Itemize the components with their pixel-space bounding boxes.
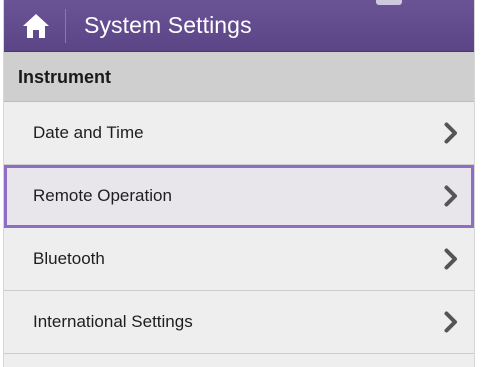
list-item-label: International Settings <box>33 312 193 331</box>
list-item-label: Date and Time <box>33 123 144 142</box>
section-header-label: Instrument <box>18 67 112 87</box>
list-item-bluetooth[interactable]: Bluetooth <box>4 228 474 291</box>
list-item-remote-operation[interactable]: Remote Operation <box>4 165 474 228</box>
chevron-right-icon <box>444 185 457 207</box>
list-item-label: Bluetooth <box>33 249 105 268</box>
page-title: System Settings <box>84 12 252 38</box>
title-bar-tab-decoration <box>376 0 402 5</box>
settings-window: System Settings Instrument Date and Time… <box>3 0 475 367</box>
list-item-partial[interactable] <box>4 354 474 367</box>
list-item-label: Remote Operation <box>33 186 172 205</box>
settings-list: Date and Time Remote Operation Bluetooth… <box>4 102 474 367</box>
title-bar: System Settings <box>4 0 474 52</box>
home-button[interactable] <box>8 7 64 45</box>
chevron-right-icon <box>444 248 457 270</box>
list-item-international-settings[interactable]: International Settings <box>4 291 474 354</box>
section-header: Instrument <box>4 52 474 102</box>
chevron-right-icon <box>444 122 457 144</box>
list-item-date-and-time[interactable]: Date and Time <box>4 102 474 165</box>
title-divider <box>65 9 66 43</box>
home-icon <box>23 14 49 38</box>
chevron-right-icon <box>444 311 457 333</box>
